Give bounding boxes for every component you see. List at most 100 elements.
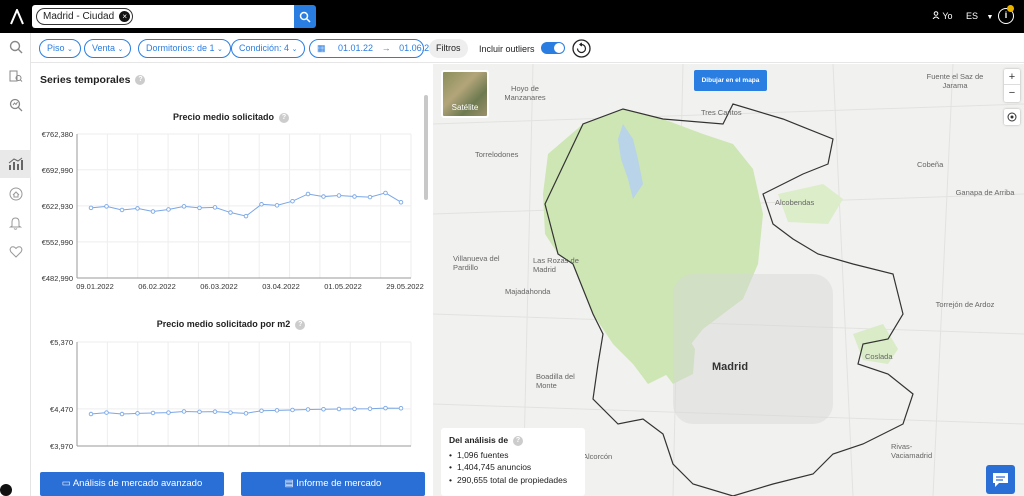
data-point[interactable] <box>398 406 404 411</box>
map-label-cobena: Cobeña <box>917 160 944 169</box>
data-point[interactable] <box>197 205 202 211</box>
help-icon[interactable]: ? <box>135 75 146 86</box>
filters-button[interactable]: Filtros <box>429 39 468 58</box>
data-point[interactable] <box>274 203 280 208</box>
data-point[interactable] <box>259 202 264 207</box>
target-icon <box>1007 112 1017 122</box>
data-point[interactable] <box>119 411 125 417</box>
data-point[interactable] <box>336 406 342 412</box>
data-point[interactable] <box>104 410 109 415</box>
help-icon[interactable]: ? <box>513 435 524 446</box>
user-menu[interactable]: Yo <box>932 11 953 21</box>
outliers-toggle[interactable] <box>541 42 565 54</box>
y-tick-label: €692,990 <box>42 166 73 175</box>
data-point[interactable] <box>135 206 140 211</box>
map-label-villanueva: Villanueva del Pardillo <box>453 254 500 272</box>
sidebar-search[interactable] <box>0 33 31 61</box>
data-point[interactable] <box>352 194 357 199</box>
map-label-fuente-el-saz: Fuente el Saz de Jarama <box>926 72 984 90</box>
map-label-alcorcon: Alcorcón <box>583 452 613 461</box>
search-button[interactable] <box>294 5 316 28</box>
arrow-right-icon: → <box>381 43 391 53</box>
chat-button[interactable] <box>986 465 1015 494</box>
map-label-las-rozas: Las Rozas de Madrid <box>533 256 579 274</box>
date-range-picker[interactable]: ▦ 01.01.22 → 01.06.22 <box>309 39 434 58</box>
search-box[interactable]: Madrid - Ciudad × <box>32 5 294 28</box>
locate-button[interactable] <box>1004 109 1020 125</box>
help-icon[interactable]: ? <box>279 112 290 123</box>
operation-dropdown[interactable]: Venta ⌄ <box>84 39 132 58</box>
data-point[interactable] <box>181 409 187 414</box>
zoom-out-button[interactable]: − <box>1004 85 1020 101</box>
sidebar-property-search[interactable] <box>0 62 31 90</box>
data-point[interactable] <box>104 204 109 209</box>
data-point[interactable] <box>150 410 156 416</box>
sidebar-alerts[interactable] <box>0 209 31 237</box>
data-point[interactable] <box>305 407 311 412</box>
data-point[interactable] <box>305 191 311 197</box>
data-point[interactable] <box>243 213 249 219</box>
chart2-title: Precio medio solicitado por m2? <box>41 319 421 330</box>
satellite-toggle[interactable]: Satélite <box>441 70 489 118</box>
help-icon[interactable]: ? <box>295 319 306 330</box>
stats-properties: 290,655 total de propiedades <box>449 475 577 485</box>
data-point[interactable] <box>135 411 140 416</box>
data-point[interactable] <box>166 207 171 212</box>
data-point[interactable] <box>259 408 264 413</box>
data-point[interactable] <box>398 199 404 205</box>
refresh-button[interactable] <box>572 39 591 63</box>
outliers-label: Incluir outliers <box>479 44 535 54</box>
location-chip[interactable]: Madrid - Ciudad × <box>36 8 134 25</box>
clear-chip-icon[interactable]: × <box>119 11 131 22</box>
data-point[interactable] <box>181 204 187 209</box>
data-point[interactable] <box>367 406 373 411</box>
advanced-analysis-button[interactable]: ▭ Análisis de mercado avanzado <box>40 472 224 496</box>
building-search-icon <box>9 70 22 82</box>
data-point[interactable] <box>336 193 342 198</box>
data-point[interactable] <box>228 410 233 415</box>
refresh-icon <box>572 39 591 58</box>
data-point[interactable] <box>367 194 373 200</box>
data-point[interactable] <box>383 190 388 196</box>
search-icon <box>9 40 22 54</box>
data-point[interactable] <box>321 406 326 412</box>
chart1-title: Precio medio solicitado? <box>41 112 421 123</box>
bedrooms-dropdown[interactable]: Dormitorios: de 1 ⌄ <box>138 39 231 58</box>
panel-scrollbar[interactable] <box>424 95 428 200</box>
map-label-rivas: Rivas-Vaciamadrid <box>891 442 933 460</box>
sidebar-favorites[interactable] <box>0 237 31 265</box>
y-tick-label: €762,380 <box>42 130 73 139</box>
map-view[interactable]: Tres Cantos Alcobendas Torrelodones Las … <box>433 64 1024 496</box>
condition-dropdown[interactable]: Condición: 4 ⌄ <box>231 39 306 58</box>
data-point[interactable] <box>290 407 295 413</box>
data-point[interactable] <box>243 411 249 416</box>
data-point[interactable] <box>274 408 280 413</box>
zoom-in-button[interactable]: + <box>1004 69 1020 85</box>
data-point[interactable] <box>88 411 94 417</box>
chat-icon <box>993 473 1008 487</box>
home-icon <box>9 187 22 201</box>
data-point[interactable] <box>212 409 218 414</box>
sidebar-time-series[interactable] <box>0 150 31 178</box>
property-type-value: Piso <box>47 43 65 53</box>
data-point[interactable] <box>228 210 233 215</box>
language-selector[interactable]: ES ▼ <box>966 11 993 21</box>
x-tick-label: 06.03.2022 <box>200 282 238 291</box>
draw-on-map-button[interactable]: Dibujar en el mapa <box>694 70 767 91</box>
data-point[interactable] <box>166 410 171 415</box>
map-label-alcobendas: Alcobendas <box>775 198 815 207</box>
data-point[interactable] <box>88 205 94 211</box>
data-point[interactable] <box>290 198 295 204</box>
sidebar-home[interactable] <box>0 180 31 208</box>
data-point[interactable] <box>150 209 156 214</box>
data-point[interactable] <box>212 205 218 210</box>
data-point[interactable] <box>197 409 202 415</box>
data-point[interactable] <box>352 406 357 412</box>
app-logo-icon[interactable] <box>0 0 33 33</box>
property-type-dropdown[interactable]: Piso ⌄ <box>39 39 81 58</box>
sidebar-analysis[interactable] <box>0 91 31 119</box>
data-point[interactable] <box>119 207 125 213</box>
data-point[interactable] <box>321 194 326 199</box>
market-report-button[interactable]: ▤ Informe de mercado <box>241 472 425 496</box>
data-point[interactable] <box>383 405 388 411</box>
